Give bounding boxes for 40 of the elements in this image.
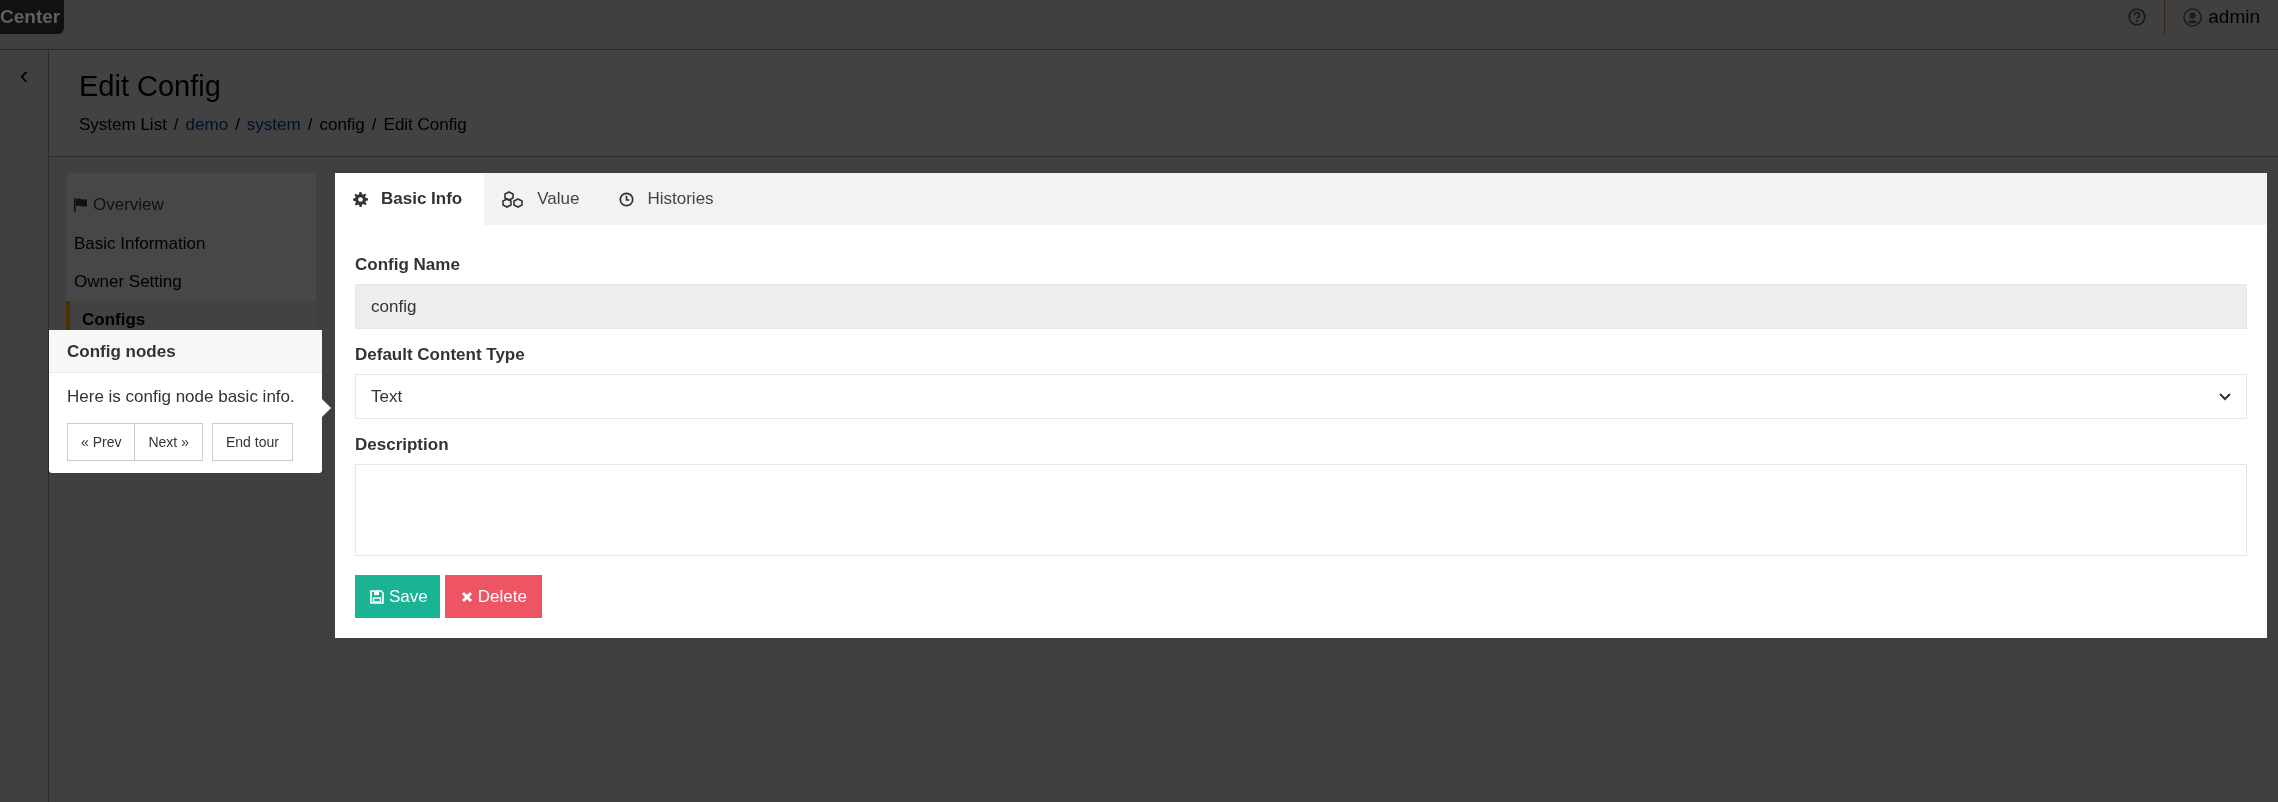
textarea-field[interactable] <box>355 464 2247 556</box>
popover-text: Here is config node basic info. <box>66 386 296 407</box>
tab[interactable]: Histories <box>601 173 736 225</box>
user-name[interactable]: admin <box>2208 6 2260 28</box>
field-label: Description <box>355 435 450 455</box>
breadcrumb-item: config <box>319 115 365 135</box>
breadcrumb-separator: / <box>306 115 314 135</box>
nav-item[interactable]: Owner Setting <box>62 263 316 301</box>
cubes-icon <box>502 190 525 208</box>
tab[interactable]: Value <box>484 173 602 225</box>
save-button[interactable]: Save <box>355 575 440 618</box>
next-button[interactable]: Next » <box>135 423 203 461</box>
select-value: Text <box>371 386 403 407</box>
delete-button[interactable]: Delete <box>444 575 542 618</box>
popover-title: Config nodes <box>49 330 322 373</box>
page-title: Edit Config <box>79 70 222 103</box>
user-icon <box>2183 7 2203 27</box>
breadcrumb-separator: / <box>234 115 241 135</box>
breadcrumb-separator: / <box>370 115 378 135</box>
breadcrumb-link[interactable]: demo <box>185 115 229 135</box>
breadcrumb-separator: / <box>172 115 180 135</box>
select-field[interactable]: Text <box>355 374 2247 419</box>
clock-icon <box>619 191 635 207</box>
end-button[interactable]: End tour <box>211 423 293 461</box>
breadcrumb-item: Edit Config <box>383 115 467 135</box>
chevron-down-icon <box>2219 392 2231 401</box>
breadcrumb-link[interactable]: system <box>246 115 301 135</box>
sidebar-toggle[interactable]: ‹ <box>19 60 29 90</box>
breadcrumb-item: System List <box>79 115 167 135</box>
flag-icon <box>74 198 89 212</box>
gear-icon <box>353 191 368 207</box>
close-icon <box>460 590 473 603</box>
tab[interactable]: Basic Info <box>335 173 485 225</box>
save-icon <box>370 589 384 604</box>
nav-item[interactable]: Basic Information <box>62 225 316 263</box>
field-label: Config Name <box>355 255 461 275</box>
field-label: Default Content Type <box>355 345 526 365</box>
help-icon[interactable] <box>2128 8 2147 26</box>
logo[interactable]: Center <box>0 0 65 34</box>
prev-button[interactable]: « Prev <box>67 423 136 461</box>
